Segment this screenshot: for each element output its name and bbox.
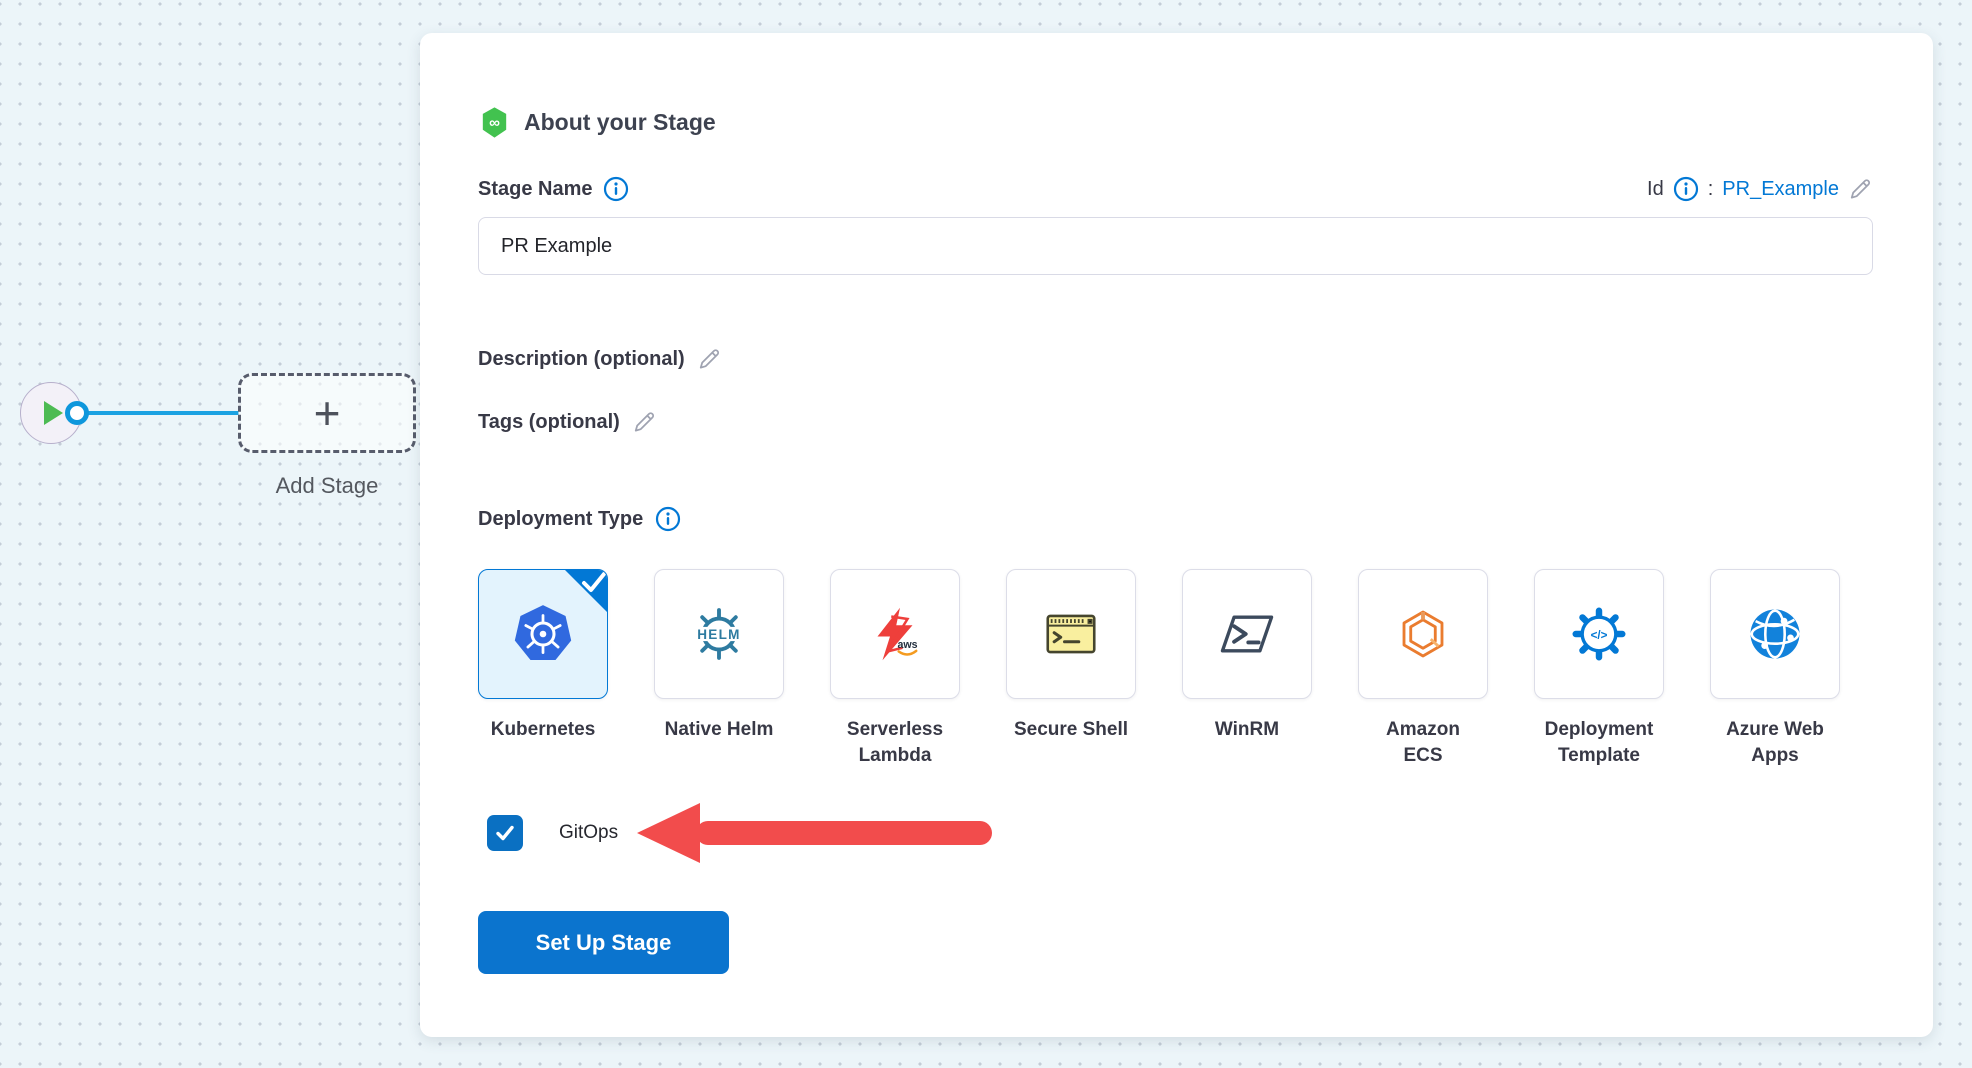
deployment-type-label-azure-web-apps: Azure Web Apps [1726, 717, 1824, 769]
id-label: Id [1647, 178, 1664, 201]
deployment-type-native-helm[interactable]: HELM [654, 569, 784, 699]
stage-name-label: Stage Name [478, 178, 593, 201]
plus-icon: + [314, 390, 341, 436]
azure-web-apps-icon [1744, 603, 1806, 665]
deployment-type-label-deployment-template: Deployment Template [1545, 717, 1654, 769]
info-icon[interactable] [603, 176, 629, 202]
svg-text:aws: aws [897, 639, 917, 651]
deployment-type-serverless-lambda[interactable]: aws [830, 569, 960, 699]
helm-icon: HELM [688, 603, 750, 665]
deployment-template-icon: </> [1568, 603, 1630, 665]
add-stage-button[interactable]: + [238, 373, 416, 453]
add-stage-label: Add Stage [238, 473, 416, 499]
stage-id-row: Id : PR_Example [1647, 176, 1873, 202]
selected-check-icon [552, 569, 608, 625]
svg-text:∞: ∞ [489, 114, 500, 131]
deployment-type-winrm[interactable] [1182, 569, 1312, 699]
tags-label: Tags (optional) [478, 411, 620, 434]
cd-stage-icon: ∞ [478, 106, 511, 139]
deployment-type-label-amazon-ecs: Amazon ECS [1386, 717, 1460, 769]
deployment-type-label-serverless-lambda: Serverless Lambda [847, 717, 943, 769]
serverless-lambda-icon: aws [865, 604, 925, 664]
pipeline-edge [84, 411, 239, 415]
stage-id-value: PR_Example [1722, 178, 1839, 201]
gitops-label[interactable]: GitOps [559, 822, 618, 844]
pipeline-canvas: + Add Stage ∞ About your Stage Stage Nam… [0, 0, 1972, 1068]
set-up-stage-button[interactable]: Set Up Stage [478, 911, 729, 974]
edit-id-icon[interactable] [1848, 177, 1873, 202]
node-connector-port[interactable] [65, 401, 89, 425]
deployment-type-label-secure-shell: Secure Shell [1014, 717, 1128, 743]
secure-shell-icon [1040, 603, 1102, 665]
winrm-icon [1216, 603, 1278, 665]
info-icon[interactable] [655, 506, 681, 532]
check-icon [494, 822, 516, 844]
id-separator: : [1708, 178, 1714, 201]
edit-description-icon[interactable] [697, 347, 722, 372]
annotation-arrow-icon [634, 801, 998, 865]
deployment-type-label-winrm: WinRM [1215, 717, 1279, 743]
deployment-type-grid: Kubernetes HELM [478, 569, 1873, 769]
svg-text:HELM: HELM [697, 627, 741, 642]
svg-text:</>: </> [1591, 629, 1608, 642]
page-title: About your Stage [524, 109, 716, 136]
info-icon[interactable] [1673, 176, 1699, 202]
play-icon [44, 401, 63, 425]
stage-name-input[interactable] [478, 217, 1873, 275]
edit-tags-icon[interactable] [632, 410, 657, 435]
deployment-type-deployment-template[interactable]: </> [1534, 569, 1664, 699]
description-label: Description (optional) [478, 348, 685, 371]
deployment-type-label-native-helm: Native Helm [665, 717, 774, 743]
deployment-type-label: Deployment Type [478, 508, 643, 531]
deployment-type-label-kubernetes: Kubernetes [491, 717, 596, 743]
deployment-type-amazon-ecs[interactable] [1358, 569, 1488, 699]
deployment-type-kubernetes[interactable] [478, 569, 608, 699]
panel-header: ∞ About your Stage [478, 105, 1873, 139]
about-stage-panel: ∞ About your Stage Stage Name Id [420, 33, 1933, 1037]
gitops-checkbox[interactable] [487, 815, 523, 851]
deployment-type-azure-web-apps[interactable] [1710, 569, 1840, 699]
deployment-type-secure-shell[interactable] [1006, 569, 1136, 699]
amazon-ecs-icon [1392, 603, 1454, 665]
